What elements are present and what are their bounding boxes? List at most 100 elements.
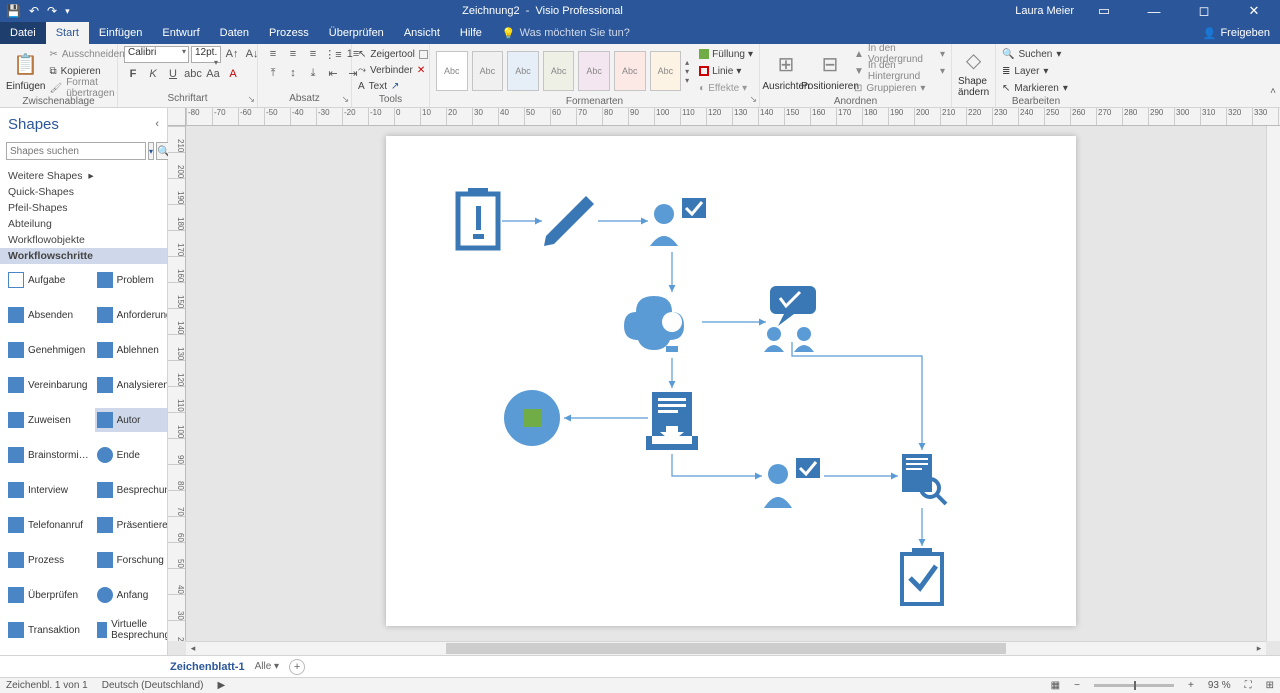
tab-process[interactable]: Prozess [259,22,319,44]
shape-item[interactable]: Besprechung [95,478,167,502]
search-dropdown-icon[interactable]: ▾ [148,142,154,160]
align-bottom-icon[interactable]: ⤓ [304,65,322,81]
shape-item[interactable]: Analysieren [95,373,167,397]
shape-item[interactable]: Genehmigen [6,338,91,362]
group-button[interactable]: ⊡Gruppieren ▾ [854,80,945,96]
tab-start[interactable]: Start [46,22,89,44]
shape-item[interactable]: Anfang [95,583,167,607]
scroll-thumb[interactable] [446,643,1006,654]
tab-design[interactable]: Entwurf [152,22,209,44]
underline-icon[interactable]: U [164,66,182,82]
font-size-selector[interactable]: 12pt. [191,46,221,63]
shape-item[interactable]: Ende [95,443,167,467]
redo-icon[interactable]: ↷ [47,4,57,18]
shape-item[interactable]: Virtuelle Besprechung [95,618,167,642]
send-back-button[interactable]: ▼In den Hintergrund ▾ [854,63,945,79]
share-button[interactable]: 👤 Freigeben [1193,22,1280,44]
zoom-slider[interactable] [1094,684,1174,687]
macro-icon[interactable]: ▶ [217,680,225,691]
bold-icon[interactable]: F [124,66,142,82]
pointer-tool-button[interactable]: ↖Zeigertool [358,46,428,62]
fullscreen-icon[interactable]: ⊞ [1266,680,1274,691]
shape-item[interactable]: Telefonanruf [6,513,91,537]
styles-dialog-icon[interactable]: ↘ [749,94,757,105]
shape-item[interactable]: Forschung [95,548,167,572]
align-middle-icon[interactable]: ↕ [284,65,302,81]
connector-tool-button[interactable]: ⤳Verbinder✕ [358,62,425,78]
align-center-icon[interactable]: ≡ [284,46,302,62]
minimize-icon[interactable]: — [1134,4,1174,19]
align-right-icon[interactable]: ≡ [304,46,322,62]
shape-item[interactable]: Aufgabe [6,268,91,292]
zoom-out-icon[interactable]: − [1074,680,1080,691]
close-icon[interactable]: ✕ [1234,3,1274,19]
increase-font-icon[interactable]: A↑ [223,46,241,62]
strikethrough-icon[interactable]: abc [184,66,202,82]
zoom-in-icon[interactable]: + [1188,680,1194,691]
bullets-icon[interactable]: ⋮≡ [324,46,342,62]
style-tile[interactable]: Abc [578,51,610,91]
change-shape-button[interactable]: ◇Shape ändern [958,46,989,98]
vertical-scrollbar[interactable] [1266,126,1280,641]
style-tile[interactable]: Abc [472,51,504,91]
horizontal-scrollbar[interactable]: ◂ ▸ [186,641,1266,655]
shape-approve-2[interactable] [764,458,820,508]
scroll-left-icon[interactable]: ◂ [186,642,200,655]
fill-button[interactable]: Füllung ▾ [699,46,753,62]
undo-icon[interactable]: ↶ [29,4,39,18]
tab-view[interactable]: Ansicht [394,22,450,44]
maximize-icon[interactable]: ◻ [1184,3,1224,19]
style-more-icon[interactable]: ▴▾▾ [685,58,689,85]
collapse-shapes-icon[interactable]: ‹ [155,118,159,130]
text-tool-button[interactable]: AText↗ [358,78,399,94]
shape-item[interactable]: Absenden [6,303,91,327]
cut-button[interactable]: ✂Ausschneiden [49,46,124,62]
font-selector[interactable]: Calibri [124,46,189,63]
fit-window-icon[interactable]: ⛶ [1245,680,1252,691]
paragraph-dialog-icon[interactable]: ↘ [341,94,349,105]
cat-quick-shapes[interactable]: Quick-Shapes [0,184,167,200]
indent-left-icon[interactable]: ⇤ [324,65,342,81]
format-painter-button[interactable]: 🖌Format übertragen [49,80,124,96]
cat-department[interactable]: Abteilung [0,216,167,232]
shape-brainstorm[interactable] [624,296,684,352]
shape-item[interactable]: Autor [95,408,167,432]
cat-workflow-objects[interactable]: Workflowobjekte [0,232,167,248]
style-tile[interactable]: Abc [614,51,646,91]
tab-data[interactable]: Daten [210,22,259,44]
shape-item[interactable]: Problem [95,268,167,292]
shape-item[interactable]: Transaktion [6,618,91,642]
cat-arrow-shapes[interactable]: Pfeil-Shapes [0,200,167,216]
shape-item[interactable]: Zuweisen [6,408,91,432]
sheet-all[interactable]: Alle ▾ [255,661,280,672]
cat-more-shapes[interactable]: Weitere Shapes ▸ [0,168,167,184]
style-tile[interactable]: Abc [543,51,575,91]
cat-workflow-steps[interactable]: Workflowschritte [0,248,167,264]
shape-author[interactable] [544,196,594,246]
shape-item[interactable]: Brainstormi… [6,443,91,467]
style-tile[interactable]: Abc [436,51,468,91]
shape-item[interactable]: Ablehnen [95,338,167,362]
position-button[interactable]: ⊟Positionieren [810,51,850,92]
style-tile[interactable]: Abc [507,51,539,91]
sheet-tab[interactable]: Zeichenblatt-1 [170,661,245,673]
tab-file[interactable]: Datei [0,22,46,44]
align-left-icon[interactable]: ≡ [264,46,282,62]
tell-me[interactable]: 💡 Was möchten Sie tun? [492,22,640,44]
shapes-search-input[interactable] [6,142,146,160]
shape-meeting[interactable] [764,286,816,352]
tab-insert[interactable]: Einfügen [89,22,152,44]
shape-item[interactable]: Vereinbarung [6,373,91,397]
tab-help[interactable]: Hilfe [450,22,492,44]
shape-item[interactable]: Prozess [6,548,91,572]
shape-research[interactable] [902,454,946,504]
ribbon-display-icon[interactable]: ▭ [1084,3,1124,19]
paste-button[interactable]: 📋 Einfügen [6,51,45,92]
qat-more-icon[interactable]: ▾ [65,6,70,17]
user-name[interactable]: Laura Meier [1015,5,1074,17]
scroll-right-icon[interactable]: ▸ [1252,642,1266,655]
shape-item[interactable]: Überprüfen [6,583,91,607]
line-button[interactable]: Linie ▾ [699,63,753,79]
shape-approve[interactable] [650,198,706,246]
shape-done[interactable] [902,548,942,604]
